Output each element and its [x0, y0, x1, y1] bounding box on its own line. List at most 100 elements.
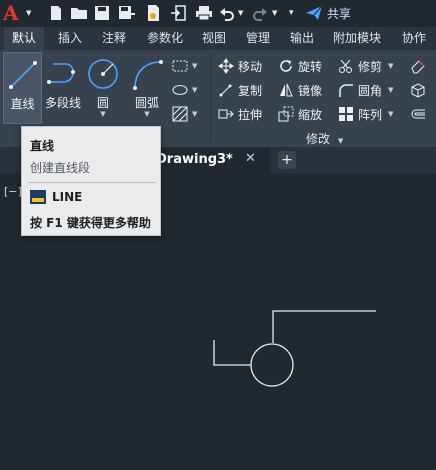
ellipse-icon [172, 82, 188, 98]
tab-addins[interactable]: 附加模块 [326, 27, 388, 50]
array-tool[interactable]: 阵列 ▼ [338, 104, 393, 124]
tooltip-title: 直线 [30, 139, 55, 153]
tab-output[interactable]: 输出 [282, 27, 322, 50]
tooltip-help-hint: 按 F1 键获得更多帮助 [30, 216, 151, 230]
application-menu-button[interactable]: A [3, 2, 25, 24]
mirror-label: 镜像 [298, 83, 323, 98]
tab-home[interactable]: 默认 [4, 27, 44, 50]
circle-button-label: 圆 [96, 96, 109, 110]
print-icon[interactable] [195, 3, 213, 23]
quick-access-toolbar: A ▼ ▼ ▼ ▾ 共享 [0, 0, 436, 27]
explode-icon [410, 82, 426, 98]
fillet-icon [338, 82, 354, 98]
save-icon[interactable] [94, 3, 110, 23]
fillet-label: 圆角 [358, 83, 383, 98]
rectangle-icon [172, 58, 188, 74]
circle-button[interactable]: 圆 ▼ [84, 52, 122, 124]
command-line-icon [30, 190, 46, 204]
rectangle-tool[interactable]: ▼ [172, 56, 197, 76]
arc-button-label: 圆弧 [134, 96, 159, 110]
offset-icon [410, 106, 426, 122]
arc-icon [133, 60, 163, 90]
circle-dropdown-icon[interactable]: ▼ [100, 110, 105, 118]
copy-label: 复制 [238, 83, 263, 98]
scale-tool[interactable]: 缩放 [278, 104, 322, 124]
undo-icon[interactable] [219, 3, 235, 23]
line-tooltip: 直线 创建直线段 LINE 按 F1 键获得更多帮助 [21, 126, 161, 236]
fillet-dropdown-icon[interactable]: ▼ [388, 86, 393, 94]
drawn-circle [250, 343, 294, 387]
rotate-icon [278, 58, 294, 74]
customize-toolbar-icon[interactable]: ▾ [289, 3, 294, 23]
arc-dropdown-icon[interactable]: ▼ [144, 110, 149, 118]
mirror-icon [278, 82, 294, 98]
modify-panel-title-label: 修改 [306, 132, 331, 146]
tab-insert[interactable]: 插入 [50, 27, 90, 50]
drawn-line-left [213, 340, 251, 366]
save-to-web-icon[interactable] [145, 3, 161, 23]
share-icon[interactable] [305, 3, 323, 23]
open-folder-icon[interactable] [70, 3, 88, 23]
tooltip-command-name: LINE [52, 190, 83, 204]
explode-tool[interactable] [410, 80, 430, 100]
hatch-tool[interactable]: ▼ [172, 104, 197, 124]
modify-panel-title[interactable]: 修改 ▼ [306, 130, 343, 147]
line-icon [8, 61, 37, 89]
polyline-button-label: 多段线 [44, 96, 81, 110]
ellipse-tool[interactable]: ▼ [172, 80, 197, 100]
tab-manage[interactable]: 管理 [238, 27, 278, 50]
tab-parametric[interactable]: 参数化 [138, 27, 192, 50]
tab-annotate[interactable]: 注释 [94, 27, 134, 50]
stretch-label: 拉伸 [238, 107, 263, 122]
line-button-label: 直线 [10, 97, 35, 111]
save-as-icon[interactable] [118, 3, 136, 23]
trim-tool[interactable]: 修剪 ▼ [338, 56, 393, 76]
scale-label: 缩放 [298, 107, 323, 122]
stretch-tool[interactable]: 拉伸 [218, 104, 262, 124]
new-tab-button[interactable]: + [278, 151, 296, 169]
undo-dropdown-icon[interactable]: ▼ [238, 3, 243, 23]
erase-icon [410, 58, 426, 74]
tab-view[interactable]: 视图 [194, 27, 234, 50]
tab-collaborate[interactable]: 协作 [392, 27, 436, 50]
redo-icon[interactable] [252, 3, 268, 23]
share-label[interactable]: 共享 [327, 5, 351, 22]
new-file-icon[interactable] [48, 3, 64, 23]
tooltip-command: LINE [30, 188, 82, 206]
tooltip-description: 创建直线段 [30, 161, 91, 175]
rectangle-dropdown-icon[interactable]: ▼ [192, 62, 197, 70]
array-icon [338, 106, 354, 122]
panel-separator [210, 54, 211, 142]
move-tool[interactable]: 移动 [218, 56, 262, 76]
line-button[interactable]: 直线 [3, 52, 42, 124]
erase-tool[interactable] [410, 56, 430, 76]
ribbon-tab-bar: 默认 插入 注释 参数化 视图 管理 输出 附加模块 协作 [0, 27, 436, 50]
modify-panel-expand-icon[interactable]: ▼ [338, 137, 343, 145]
trim-dropdown-icon[interactable]: ▼ [388, 62, 393, 70]
array-dropdown-icon[interactable]: ▼ [388, 110, 393, 118]
polyline-icon [47, 63, 75, 84]
app-menu-dropdown-icon[interactable]: ▼ [26, 3, 31, 23]
mirror-tool[interactable]: 镜像 [278, 80, 322, 100]
circle-icon [88, 59, 118, 89]
redo-dropdown-icon[interactable]: ▼ [272, 3, 277, 23]
ellipse-dropdown-icon[interactable]: ▼ [192, 86, 197, 94]
import-icon[interactable] [170, 3, 186, 23]
array-label: 阵列 [358, 107, 383, 122]
close-icon[interactable]: ✕ [245, 151, 256, 166]
rotate-tool[interactable]: 旋转 [278, 56, 322, 76]
drawn-line-right [272, 310, 376, 343]
offset-tool[interactable] [410, 104, 430, 124]
stretch-icon [218, 106, 234, 122]
arc-button[interactable]: 圆弧 ▼ [126, 52, 168, 124]
hatch-icon [172, 106, 188, 122]
tooltip-divider [28, 182, 156, 183]
drawn-geometry [213, 310, 376, 387]
copy-tool[interactable]: 复制 [218, 80, 262, 100]
hatch-dropdown-icon[interactable]: ▼ [192, 110, 197, 118]
rotate-label: 旋转 [298, 59, 323, 74]
fillet-tool[interactable]: 圆角 ▼ [338, 80, 393, 100]
polyline-button[interactable]: 多段线 [43, 52, 83, 124]
trim-icon [338, 58, 354, 74]
trim-label: 修剪 [358, 59, 383, 74]
